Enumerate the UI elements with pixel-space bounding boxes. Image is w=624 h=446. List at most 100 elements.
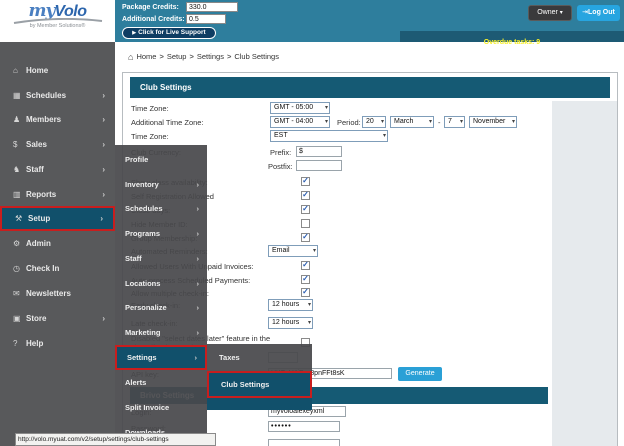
period-month-select[interactable]: March▾ [390, 116, 434, 128]
early-checkin-select[interactable]: 12 hours▾ [268, 299, 313, 311]
sidebar-item-label: Store [26, 314, 46, 323]
postfix-input[interactable] [296, 160, 342, 171]
password-input[interactable]: •••••• [268, 421, 340, 432]
self-registration-checkbox[interactable]: ✓ [301, 191, 310, 200]
close-days-checkbox[interactable]: ✓ [301, 205, 310, 214]
sidebar-item-label: Staff [26, 165, 44, 174]
sidebar-item-label: Help [26, 339, 43, 348]
sidebar-item-label: Reports [26, 190, 56, 199]
submenu-item-locations[interactable]: Locations › [115, 271, 207, 296]
chevron-down-icon: ▾ [325, 103, 328, 113]
extra-input[interactable] [268, 439, 340, 446]
check-icon: ✓ [302, 288, 309, 296]
sidebar-item-sales[interactable]: $Sales› [0, 132, 115, 157]
sidebar-item-home[interactable]: ⌂Home [0, 58, 115, 83]
logout-button[interactable]: ⇥Log Out [577, 5, 620, 21]
breadcrumb-club-settings: Club Settings [234, 52, 279, 61]
myvolo-logo[interactable]: myVolo by Member Solutions® [0, 0, 115, 42]
cart-icon: ▣ [13, 306, 26, 331]
owner-dropdown[interactable]: Owner ▾ [528, 5, 572, 21]
sidebar-item-label: Home [26, 66, 48, 75]
unpaid-invoices-checkbox[interactable]: ✓ [301, 261, 310, 270]
prefix-label: Prefix: [270, 148, 291, 157]
sidebar-item-store[interactable]: ▣Store› [0, 306, 115, 331]
submenu-item-split-invoice[interactable]: Split Invoice [115, 395, 207, 420]
submenu-item-label: Alerts [125, 378, 146, 387]
breadcrumb: ⌂Home>Setup>Settings>Club Settings [128, 52, 279, 64]
chevron-down-icon: ▾ [381, 117, 384, 127]
chevron-down-icon: ▾ [512, 117, 515, 127]
submenu-item-settings[interactable]: Settings› [115, 345, 207, 370]
submenu-item-alerts[interactable]: Alerts [115, 370, 207, 395]
chevron-right-icon: › [197, 271, 200, 296]
period-month-value: March [394, 118, 413, 125]
submenu-item-marketing[interactable]: Marketing› [115, 320, 207, 345]
hide-member-id-checkbox[interactable] [301, 219, 310, 228]
prefix-input[interactable]: $ [296, 146, 342, 157]
auto-process-payments-checkbox[interactable]: ✓ [301, 275, 310, 284]
chevron-down-icon: ▾ [308, 300, 311, 310]
calendar-icon: ▦ [13, 83, 26, 108]
automated-reminders-select[interactable]: Email ▾ [268, 245, 318, 257]
breadcrumb-separator: > [227, 52, 231, 61]
period-day2-value: 7 [448, 118, 452, 125]
period-label: Period: [337, 118, 361, 127]
additional-credits-input[interactable]: 0.5 [186, 14, 226, 24]
submenu-item-programs[interactable]: Programs› [115, 221, 207, 246]
live-support-button[interactable]: ▶Click for Live Support [122, 27, 216, 39]
submenu-item-personalize[interactable]: Personalize› [115, 295, 207, 320]
sidebar-item-help[interactable]: ?Help [0, 331, 115, 356]
breadcrumb-settings[interactable]: Settings [197, 52, 224, 61]
chevron-down-icon: ▾ [325, 117, 328, 127]
multiple-checkin-checkbox[interactable]: ✓ [301, 288, 310, 297]
breadcrumb-home[interactable]: Home [136, 52, 156, 61]
chevron-down-icon: ▾ [460, 117, 463, 127]
flyout-item-taxes[interactable]: Taxes [207, 344, 312, 371]
panel-title-bar: Club Settings [130, 77, 610, 98]
sidebar-item-label: Check In [26, 264, 59, 273]
period-day-select[interactable]: 20▾ [362, 116, 386, 128]
timezone2-select[interactable]: EST▾ [270, 130, 388, 142]
additional-credits-label: Additional Credits: [122, 16, 185, 23]
show-class-availability-checkbox[interactable]: ✓ [301, 177, 310, 186]
sidebar-item-newsletters[interactable]: ✉Newsletters [0, 281, 115, 306]
chevron-down-icon: ▾ [313, 246, 316, 256]
late-checkin-select[interactable]: 12 hours▾ [268, 317, 313, 329]
package-credits-input[interactable]: 330.0 [186, 2, 238, 12]
period-month2-select[interactable]: November▾ [469, 116, 517, 128]
submenu-item-profile[interactable]: Profile [115, 147, 207, 172]
timezone-select[interactable]: GMT - 05:00▾ [270, 102, 330, 114]
panel-right-gutter [552, 101, 617, 446]
submenu-item-label: Staff [125, 254, 142, 263]
chevron-right-icon: › [197, 196, 200, 221]
sidebar-item-label: Members [26, 115, 61, 124]
sidebar-item-reports[interactable]: ▥Reports› [0, 182, 115, 207]
sidebar-item-setup[interactable]: ⚒Setup› [0, 206, 115, 231]
sidebar-item-members[interactable]: ♟Members› [0, 107, 115, 132]
logout-label: Log Out [588, 9, 615, 16]
generate-button[interactable]: Generate [398, 367, 442, 381]
submenu-item-inventory[interactable]: Inventory› [115, 172, 207, 197]
envelope-icon: ✉ [13, 281, 26, 306]
submenu-item-label: Schedules [125, 204, 163, 213]
sidebar-item-schedules[interactable]: ▦Schedules› [0, 83, 115, 108]
overdue-band: Overdue tasks: 9 [400, 31, 624, 42]
chevron-right-icon: › [195, 347, 198, 368]
submenu-item-schedules[interactable]: Schedules › [115, 196, 207, 221]
breadcrumb-setup[interactable]: Setup [167, 52, 187, 61]
sidebar-item-check-in[interactable]: ◷Check In [0, 256, 115, 281]
submenu-item-label: Locations [125, 279, 160, 288]
flyout-item-club-settings[interactable]: Club Settings [207, 371, 312, 398]
panel-title: Club Settings [140, 83, 192, 92]
sidebar-item-admin[interactable]: ⚙Admin [0, 231, 115, 256]
logo-tagline: by Member Solutions® [0, 23, 115, 29]
timezone2-label: Time Zone: [131, 132, 169, 141]
automated-reminders-value: Email [272, 247, 290, 254]
additional-timezone-select[interactable]: GMT - 04:00▾ [270, 116, 330, 128]
late-checkin-value: 12 hours [272, 319, 299, 326]
period-day2-select[interactable]: 7▾ [444, 116, 465, 128]
chevron-right-icon: › [197, 172, 200, 197]
submenu-item-staff[interactable]: Staff› [115, 246, 207, 271]
sidebar-item-staff[interactable]: ♞Staff› [0, 157, 115, 182]
group-membership-checkbox[interactable]: ✓ [301, 233, 310, 242]
